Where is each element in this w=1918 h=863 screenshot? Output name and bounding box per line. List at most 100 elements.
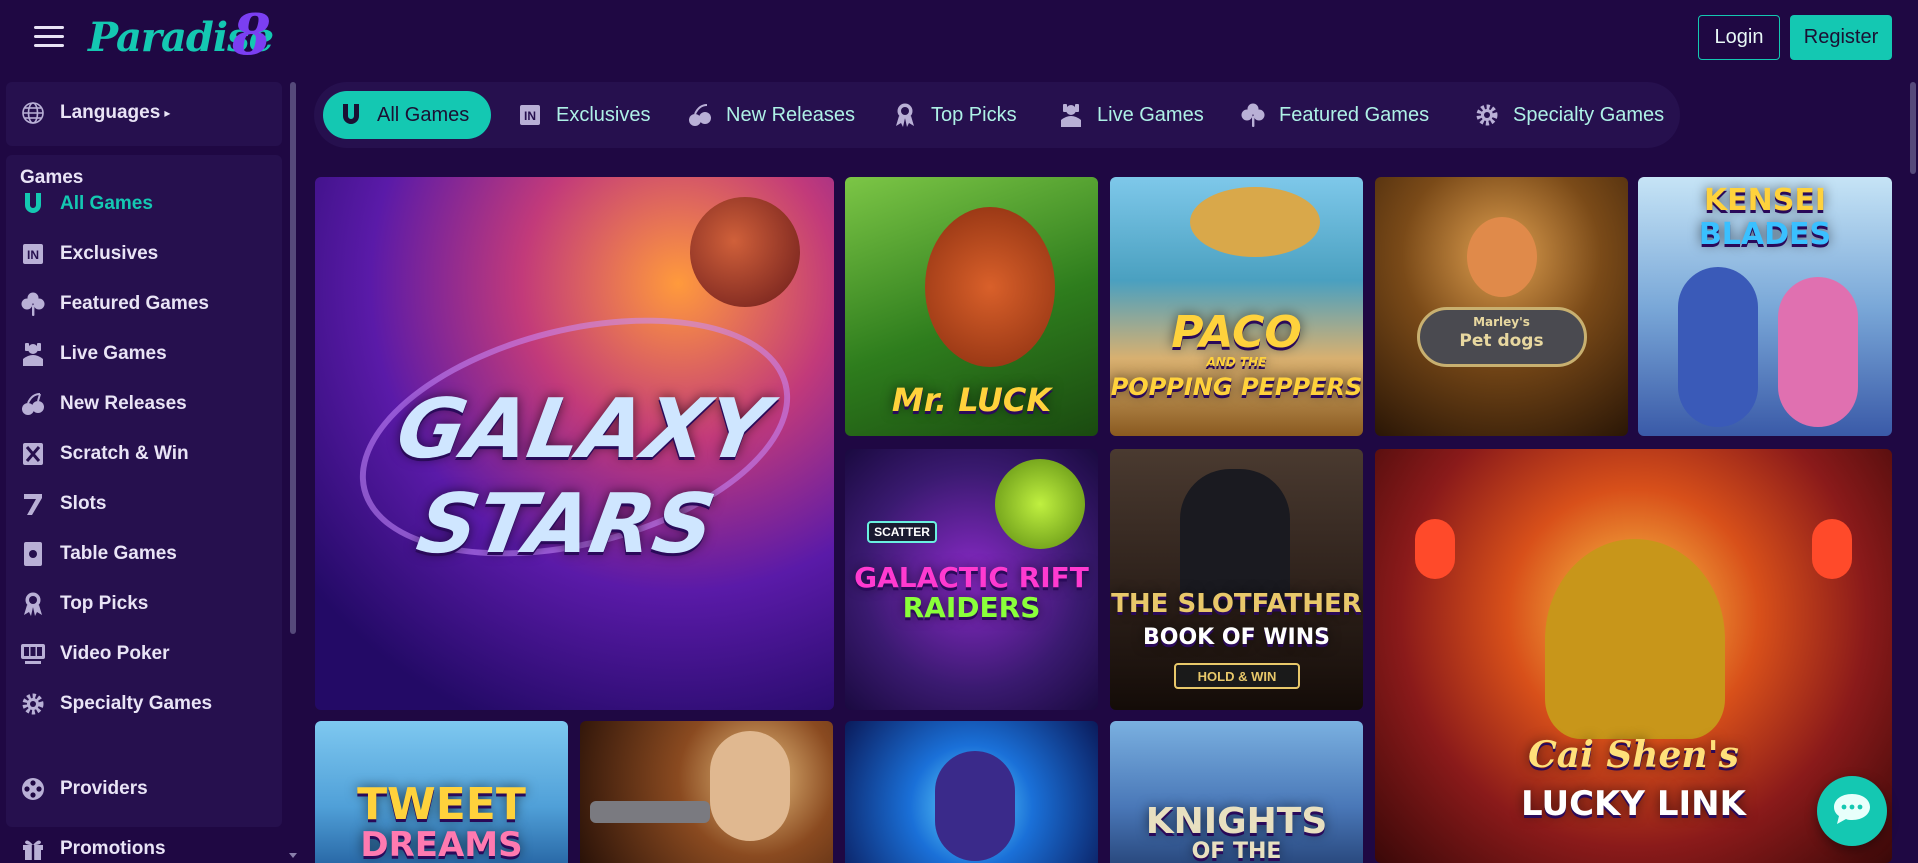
sidebar-item-label: Slots [60, 493, 107, 514]
tab-new-releases[interactable]: New Releases [672, 91, 869, 139]
cai-shen-art [1545, 539, 1725, 739]
game-tile-knights-of-the[interactable]: KNIGHTS OF THE [1110, 721, 1363, 863]
game-tile-marleys-pet-dogs[interactable]: Marley's Pet dogs [1375, 177, 1628, 436]
sombrero-art [1190, 187, 1320, 257]
gift-icon [20, 836, 46, 862]
sidebar-item-featured-games[interactable]: Featured Games [20, 291, 209, 317]
game-tile-lightning-warrior[interactable] [845, 721, 1098, 863]
login-button[interactable]: Login [1698, 15, 1780, 60]
sidebar-item-label: Exclusives [60, 243, 159, 264]
game-title: GALAXY STARS [389, 382, 776, 572]
scatter-badge: SCATTER [867, 521, 937, 543]
register-button[interactable]: Register [1790, 15, 1892, 60]
game-tile-kensei-blades[interactable]: KENSEI BLADES [1638, 177, 1892, 436]
live-chat-button[interactable] [1817, 776, 1887, 846]
paradise8-logo[interactable]: Paradise 8 [88, 2, 278, 70]
mobster-art [1180, 469, 1290, 609]
game-title-line2: DREAMS [360, 825, 523, 863]
game-tile-paco[interactable]: PACO AND THE POPPING PEPPERS [1110, 177, 1363, 436]
sidebar-item-slots[interactable]: Slots [20, 491, 106, 517]
game-title-line2: AND THE [1206, 355, 1267, 369]
languages-label: Languages [60, 102, 161, 123]
sidebar-item-scratch-win[interactable]: Scratch & Win [20, 441, 189, 467]
sidebar-item-label: Featured Games [60, 293, 209, 314]
game-tile-galaxy-stars[interactable]: GALAXY STARS [315, 177, 834, 710]
game-title-line3: POPPING PEPPERS [1110, 373, 1363, 401]
cherries-icon [686, 101, 714, 129]
sidebar-item-all-games[interactable]: All Games [20, 191, 153, 217]
sidebar-item-providers[interactable]: Providers [20, 776, 148, 802]
sidebar-item-live-games[interactable]: Live Games [20, 341, 167, 367]
sidebar: Languages ▸ Games All Games IN Exclusive… [0, 76, 296, 863]
game-tile-gunslinger-lady[interactable] [580, 721, 833, 863]
sidebar-item-label: Live Games [60, 343, 167, 364]
sidebar-item-promotions[interactable]: Promotions [20, 836, 166, 862]
game-tile-cai-shens-lucky-link[interactable]: Cai Shen's LUCKY LINK [1375, 449, 1892, 863]
game-title-line1: TWEET [357, 779, 526, 830]
scroll-down-arrow-icon[interactable] [289, 853, 297, 858]
woman-portrait-art [710, 731, 790, 841]
game-tile-galactic-rift-raiders[interactable]: SCATTER GALACTIC RIFT RAIDERS [845, 449, 1098, 710]
logo-number: 8 [232, 2, 271, 68]
tab-featured-games[interactable]: Featured Games [1225, 91, 1443, 139]
game-category-tabs: All Games IN Exclusives New Releases Top… [314, 82, 1680, 148]
menu-hamburger-icon[interactable] [34, 24, 64, 48]
game-title-line1: KNIGHTS [1145, 801, 1328, 842]
tab-specialty-games[interactable]: Specialty Games [1459, 91, 1678, 139]
games-heading: Games [20, 167, 84, 188]
lantern-right-art [1812, 519, 1852, 579]
game-title-line2: Pet dogs [1459, 331, 1544, 351]
tab-exclusives[interactable]: IN Exclusives [502, 91, 664, 139]
exclusive-badge-icon: IN [20, 241, 46, 267]
tab-label: Exclusives [556, 103, 651, 126]
sidebar-item-table-games[interactable]: Table Games [20, 541, 177, 567]
sidebar-item-specialty-games[interactable]: Specialty Games [20, 691, 212, 717]
horseshoe-icon [337, 101, 365, 129]
clover-icon [20, 291, 46, 317]
sidebar-item-label: Specialty Games [60, 693, 213, 714]
sidebar-item-new-releases[interactable]: New Releases [20, 391, 187, 417]
cherries-icon [20, 391, 46, 417]
game-title-line1: KENSEI [1703, 183, 1827, 218]
sidebar-item-label: Promotions [60, 838, 166, 859]
tab-live-games[interactable]: Live Games [1043, 91, 1218, 139]
sidebar-item-label: Top Picks [60, 593, 149, 614]
warrior-art [1678, 267, 1758, 427]
tab-top-picks[interactable]: Top Picks [877, 91, 1031, 139]
game-title-line2: LUCKY LINK [1521, 784, 1746, 824]
sidebar-item-top-picks[interactable]: Top Picks [20, 591, 148, 617]
globe-icon [20, 100, 46, 126]
chat-bubble-icon [1832, 791, 1872, 832]
sidebar-scrollbar[interactable] [290, 82, 296, 634]
exclusive-badge-icon: IN [516, 101, 544, 129]
tab-label: Live Games [1097, 103, 1204, 126]
gear-icon [20, 691, 46, 717]
game-title-line1: Cai Shen's [1528, 734, 1739, 776]
dealer-icon [20, 341, 46, 367]
game-title: Mr. LUCK [891, 381, 1052, 419]
game-tile-mr-luck[interactable]: Mr. LUCK [845, 177, 1098, 436]
tab-label: All Games [377, 103, 470, 126]
tab-all-games[interactable]: All Games [323, 91, 491, 139]
sidebar-item-label: Table Games [60, 543, 177, 564]
sidebar-item-exclusives[interactable]: IN Exclusives [20, 241, 158, 267]
sidebar-item-video-poker[interactable]: Video Poker [20, 641, 169, 667]
revolver-art [590, 801, 710, 823]
lightning-hero-art [935, 751, 1015, 861]
svg-text:IN: IN [27, 248, 39, 262]
horseshoe-icon [20, 191, 46, 217]
tab-label: Featured Games [1279, 103, 1430, 126]
game-tile-tweet-dreams[interactable]: TWEET DREAMS [315, 721, 568, 863]
sidebar-item-label: Providers [60, 778, 148, 799]
heroine-art [1778, 277, 1858, 427]
sidebar-item-label: Video Poker [60, 643, 170, 664]
game-tile-slotfather[interactable]: THE SLOTFATHER BOOK OF WINS HOLD & WIN [1110, 449, 1363, 710]
game-title-line2: BLADES [1698, 217, 1832, 252]
game-title-line2: RAIDERS [902, 591, 1041, 624]
page-scrollbar[interactable] [1910, 82, 1916, 174]
languages-menu[interactable]: Languages ▸ [20, 100, 170, 126]
seven-icon [20, 491, 46, 517]
portrait-art [1467, 217, 1537, 297]
card-table-icon [20, 541, 46, 567]
tab-label: New Releases [726, 103, 855, 126]
